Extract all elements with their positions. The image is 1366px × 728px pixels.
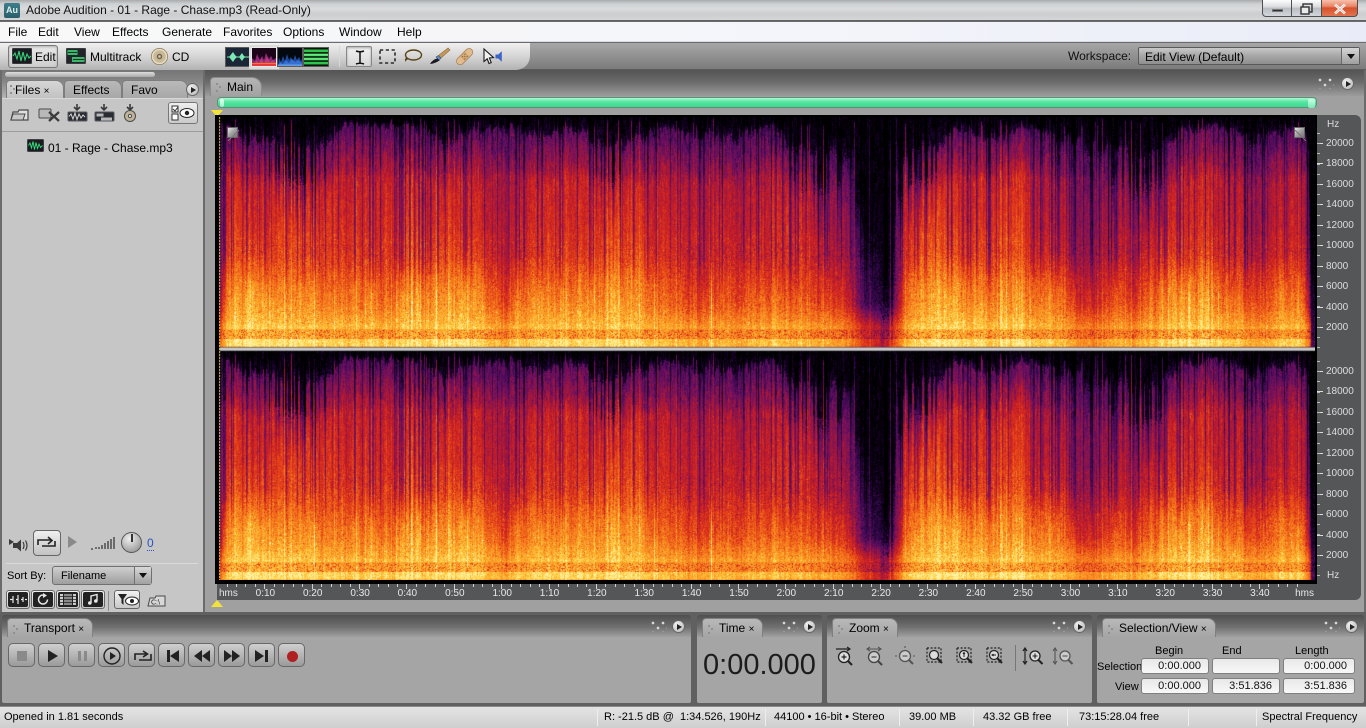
svg-text:C:\: C:\	[151, 600, 160, 607]
